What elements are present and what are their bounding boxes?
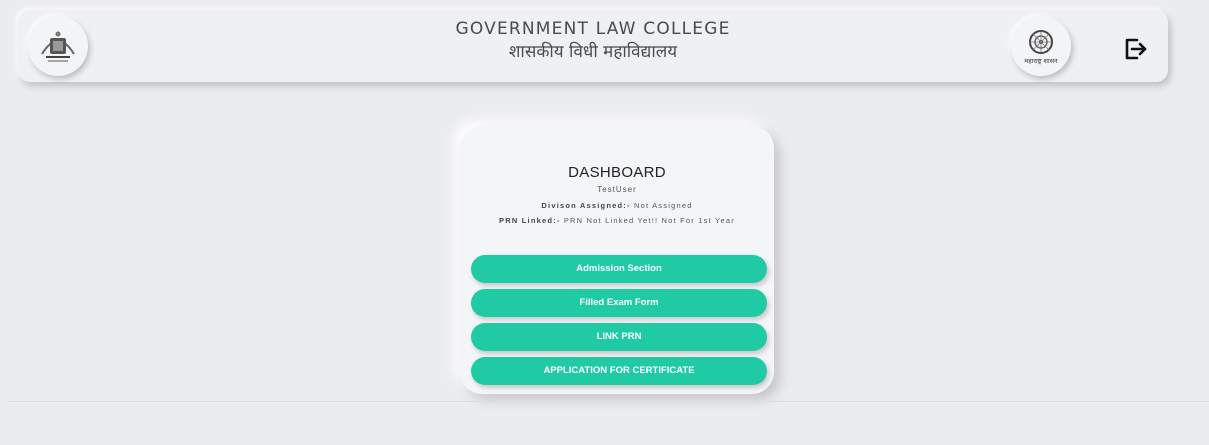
- application-for-certificate-button[interactable]: APPLICATION FOR CERTIFICATE: [471, 357, 767, 385]
- division-label: Divison Assigned:-: [541, 201, 631, 210]
- dashboard-title: DASHBOARD: [568, 164, 666, 181]
- logout-button[interactable]: [1118, 32, 1152, 66]
- seal-caption: महाराष्ट्र शासन: [1024, 57, 1058, 65]
- link-prn-button[interactable]: LINK PRN: [471, 323, 767, 351]
- prn-value: PRN Not Linked Yet!! Not For 1st Year: [563, 216, 735, 225]
- dashboard-card: DASHBOARD TestUser Divison Assigned:- No…: [460, 126, 774, 394]
- username: TestUser: [597, 185, 637, 194]
- division-value: Not Assigned: [633, 201, 693, 210]
- maharashtra-govt-logo: महाराष्ट्र शासन: [1011, 16, 1071, 76]
- prn-label: PRN Linked:-: [499, 216, 561, 225]
- college-name-marathi: शासकीय विधी महाविद्यालय: [508, 42, 678, 62]
- page: GOVERNMENT LAW COLLEGE शासकीय विधी महावि…: [0, 0, 1209, 445]
- header-bar: GOVERNMENT LAW COLLEGE शासकीय विधी महावि…: [18, 10, 1168, 82]
- filled-exam-form-button[interactable]: Filled Exam Form: [471, 289, 767, 317]
- college-name-english: GOVERNMENT LAW COLLEGE: [455, 19, 731, 39]
- logout-icon: [1125, 38, 1147, 60]
- admission-section-button[interactable]: Admission Section: [471, 255, 767, 283]
- prn-info: PRN Linked:- PRN Not Linked Yet!! Not Fo…: [460, 216, 774, 225]
- footer-divider: [8, 401, 1209, 402]
- maharashtra-govt-seal-icon: महाराष्ट्र शासन: [1024, 30, 1058, 65]
- college-title: GOVERNMENT LAW COLLEGE शासकीय विधी महावि…: [18, 18, 1168, 64]
- division-info: Divison Assigned:- Not Assigned: [460, 201, 774, 210]
